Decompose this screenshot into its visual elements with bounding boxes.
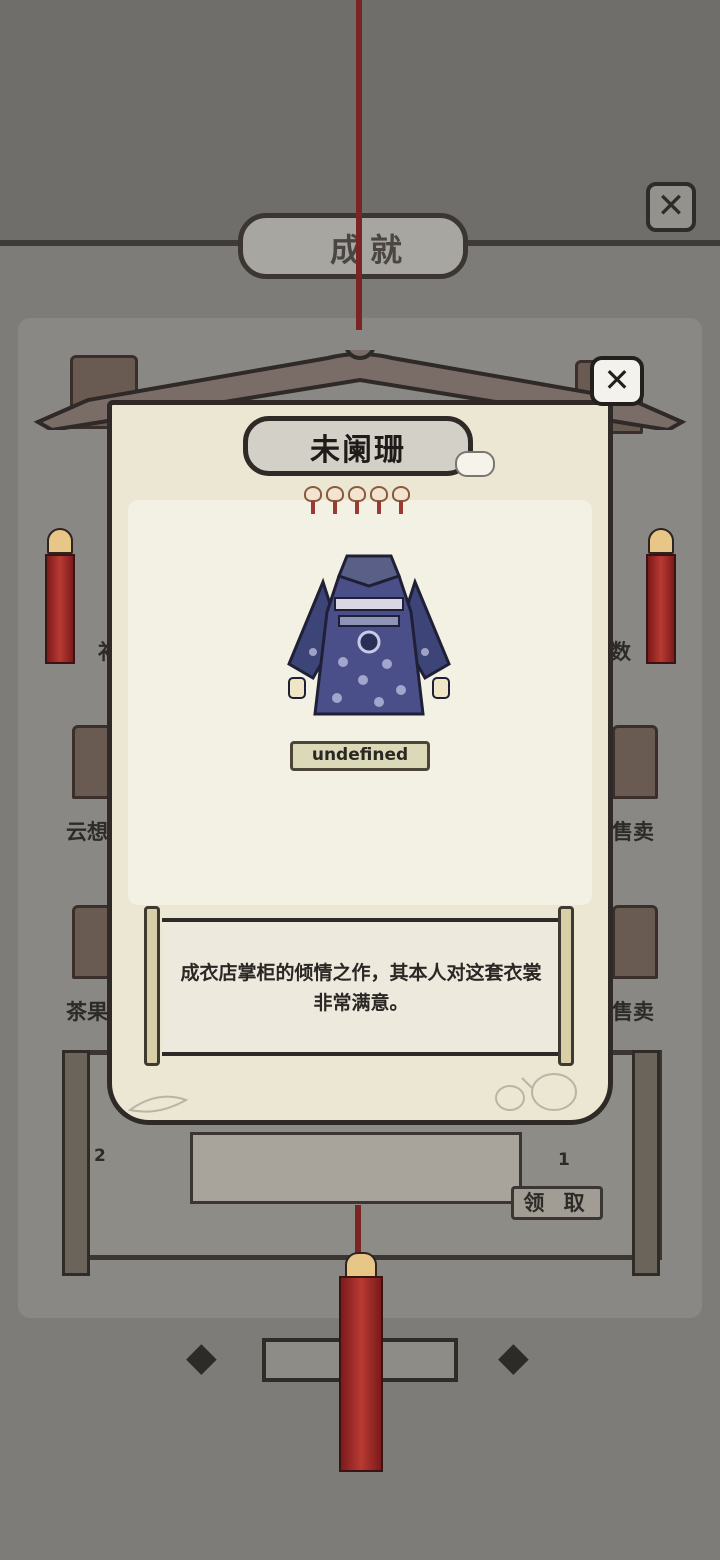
lantern-star-icon bbox=[369, 486, 389, 516]
bg-label-left-3: 茶果 bbox=[66, 1000, 108, 1024]
item-description: 成衣店掌柜的倾情之作，其本人对这套衣裳非常满意。 bbox=[180, 962, 542, 1014]
bg-label-right-2: 售卖 bbox=[612, 820, 654, 844]
next-page-icon[interactable]: ◆ bbox=[498, 1334, 529, 1380]
reward-bar bbox=[190, 1132, 522, 1204]
rarity-stars bbox=[303, 486, 419, 520]
previous-page-icon[interactable]: ◆ bbox=[186, 1334, 217, 1380]
tassel-icon bbox=[45, 554, 75, 664]
bg-label-left-2: 云想 bbox=[66, 820, 108, 844]
lantern-star-icon bbox=[325, 486, 345, 516]
scroll-rod-right bbox=[558, 906, 574, 1066]
bg-label-right-3: 售卖 bbox=[612, 1000, 654, 1024]
achievement-title: 成就 bbox=[329, 231, 410, 269]
reward-counter-right: 1 bbox=[558, 1150, 570, 1170]
bg-label-right-1: 数 bbox=[610, 640, 631, 664]
building-icon bbox=[612, 905, 658, 979]
item-name: 未阑珊 bbox=[310, 433, 406, 468]
building-icon bbox=[612, 725, 658, 799]
close-x-icon[interactable]: ✕ bbox=[590, 356, 644, 406]
claim-button[interactable]: 领 取 bbox=[511, 1186, 603, 1220]
teapot-icon bbox=[495, 1073, 577, 1111]
hanging-cord bbox=[356, 0, 362, 330]
tassel-cap-icon bbox=[648, 528, 674, 554]
tassel-icon bbox=[646, 554, 676, 664]
background-close-icon[interactable]: ✕ bbox=[646, 182, 696, 232]
lantern-star-icon bbox=[303, 486, 323, 516]
leaf-icon bbox=[128, 1095, 188, 1113]
tassel-cap-icon bbox=[47, 528, 73, 554]
lantern-star-icon bbox=[347, 486, 367, 516]
item-tag-text: undefined bbox=[311, 745, 409, 765]
scroll-rod-left bbox=[144, 906, 160, 1066]
scroll-pillar bbox=[632, 1050, 660, 1276]
cloud-icon bbox=[455, 451, 495, 477]
tassel-icon bbox=[339, 1276, 383, 1472]
scroll-pillar bbox=[62, 1050, 90, 1276]
reward-counter-left: 2 bbox=[94, 1146, 106, 1166]
lantern-star-icon bbox=[391, 486, 411, 516]
garment-icon bbox=[287, 554, 451, 716]
